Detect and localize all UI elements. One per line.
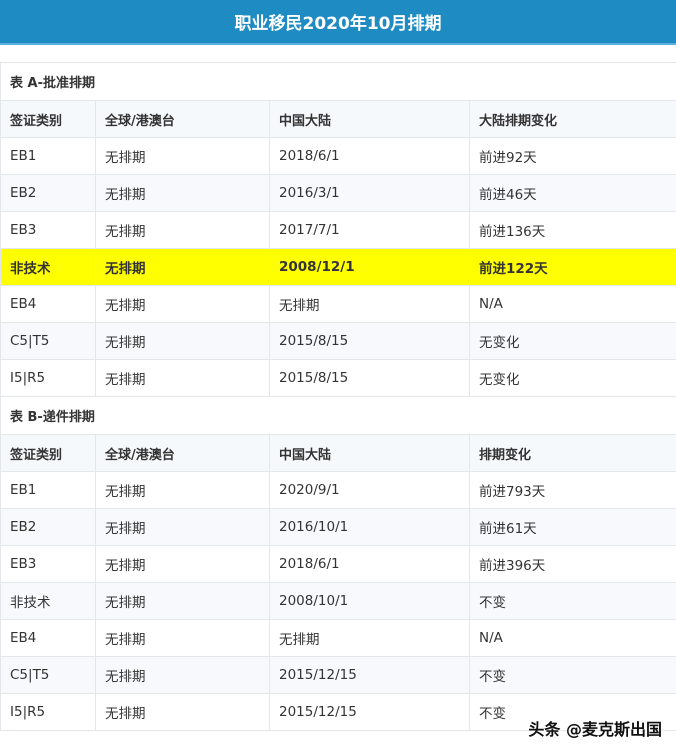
column-header: 全球/港澳台 <box>95 434 270 472</box>
table-cell: 无排期 <box>269 619 470 657</box>
table-cell: 2008/10/1 <box>269 582 470 620</box>
section-caption: 表 A-批准排期 <box>0 62 676 101</box>
table-cell: EB3 <box>0 211 96 249</box>
table-cell: EB2 <box>0 174 96 212</box>
section-caption: 表 B-递件排期 <box>0 396 676 435</box>
table-row: 非技术 无排期 2008/12/1 前进122天 <box>0 248 676 286</box>
table-cell: 无排期 <box>95 693 270 731</box>
column-header: 中国大陆 <box>269 100 470 138</box>
table-row: EB3 无排期 2018/6/1 前进396天 <box>0 545 676 583</box>
column-header: 签证类别 <box>0 100 96 138</box>
table-cell: EB4 <box>0 285 96 323</box>
table-cell: 2020/9/1 <box>269 471 470 509</box>
table-cell: 前进793天 <box>468 471 676 509</box>
table-cell: 前进396天 <box>468 545 676 583</box>
table-cell: 无排期 <box>95 174 270 212</box>
column-header: 排期变化 <box>468 434 676 472</box>
table-cell: 2018/6/1 <box>269 137 470 175</box>
table-cell: EB2 <box>0 508 96 546</box>
table-cell: 非技术 <box>0 248 96 286</box>
table-row: C5|T5 无排期 2015/12/15 不变 <box>0 656 676 694</box>
table-cell: 2017/7/1 <box>269 211 470 249</box>
column-header: 全球/港澳台 <box>95 100 270 138</box>
table-row: C5|T5 无排期 2015/8/15 无变化 <box>0 322 676 360</box>
table-cell: 无排期 <box>95 545 270 583</box>
table-cell: 无排期 <box>95 359 270 397</box>
table-cell: 2015/12/15 <box>269 656 470 694</box>
table-cell: 无排期 <box>95 322 270 360</box>
table-cell: N/A <box>468 619 676 657</box>
table-cell: 无变化 <box>468 322 676 360</box>
table-row: EB1 无排期 2020/9/1 前进793天 <box>0 471 676 509</box>
table-header-row: 签证类别 全球/港澳台 中国大陆 大陆排期变化 <box>0 100 676 138</box>
table-cell: 无排期 <box>95 137 270 175</box>
table-row: EB4 无排期 无排期 N/A <box>0 285 676 323</box>
table-cell: 2015/8/15 <box>269 359 470 397</box>
table-cell: 2008/12/1 <box>269 248 470 286</box>
column-header: 签证类别 <box>0 434 96 472</box>
table-cell: 前进136天 <box>468 211 676 249</box>
visa-bulletin-table: 表 A-批准排期 签证类别 全球/港澳台 中国大陆 大陆排期变化 EB1 无排期 2018/6… <box>0 62 676 731</box>
table-cell: EB3 <box>0 545 96 583</box>
table-header-row: 签证类别 全球/港澳台 中国大陆 排期变化 <box>0 434 676 472</box>
table-cell: I5|R5 <box>0 693 96 731</box>
column-header: 中国大陆 <box>269 434 470 472</box>
table-cell: 不变 <box>468 656 676 694</box>
table-cell: 无排期 <box>95 211 270 249</box>
table-cell: 前进92天 <box>468 137 676 175</box>
table-cell: N/A <box>468 285 676 323</box>
table-row: EB2 无排期 2016/3/1 前进46天 <box>0 174 676 212</box>
table-row: EB1 无排期 2018/6/1 前进92天 <box>0 137 676 175</box>
table-cell: EB4 <box>0 619 96 657</box>
table-section-caption: 表 A-批准排期 <box>0 62 676 101</box>
table-cell: 无变化 <box>468 359 676 397</box>
table-cell: 前进46天 <box>468 174 676 212</box>
table-cell: 2018/6/1 <box>269 545 470 583</box>
table-section-caption: 表 B-递件排期 <box>0 396 676 435</box>
table-row: I5|R5 无排期 2015/8/15 无变化 <box>0 359 676 397</box>
table-cell: 前进122天 <box>468 248 676 286</box>
table-cell: I5|R5 <box>0 359 96 397</box>
table-cell: 无排期 <box>95 508 270 546</box>
table-cell: 无排期 <box>95 656 270 694</box>
table-row: 非技术 无排期 2008/10/1 不变 <box>0 582 676 620</box>
table-cell: EB1 <box>0 471 96 509</box>
table-cell: 无排期 <box>269 285 470 323</box>
table-cell: 无排期 <box>95 582 270 620</box>
table-cell: 非技术 <box>0 582 96 620</box>
column-header: 大陆排期变化 <box>468 100 676 138</box>
table-cell: 前进61天 <box>468 508 676 546</box>
table-cell: 2015/12/15 <box>269 693 470 731</box>
table-cell: 无排期 <box>95 248 270 286</box>
table-cell: C5|T5 <box>0 322 96 360</box>
table-cell: C5|T5 <box>0 656 96 694</box>
table-cell: 无排期 <box>95 619 270 657</box>
table-cell: 不变 <box>468 582 676 620</box>
table-cell: 2016/10/1 <box>269 508 470 546</box>
table-row: EB4 无排期 无排期 N/A <box>0 619 676 657</box>
table-cell: 2016/3/1 <box>269 174 470 212</box>
table-cell: 2015/8/15 <box>269 322 470 360</box>
page-title: 职业移民2020年10月排期 <box>0 0 676 45</box>
table-row: EB3 无排期 2017/7/1 前进136天 <box>0 211 676 249</box>
table-cell: 无排期 <box>95 471 270 509</box>
table-cell: 无排期 <box>95 285 270 323</box>
watermark: 头条 @麦克斯出国 <box>528 720 662 739</box>
table-row: EB2 无排期 2016/10/1 前进61天 <box>0 508 676 546</box>
table-cell: EB1 <box>0 137 96 175</box>
